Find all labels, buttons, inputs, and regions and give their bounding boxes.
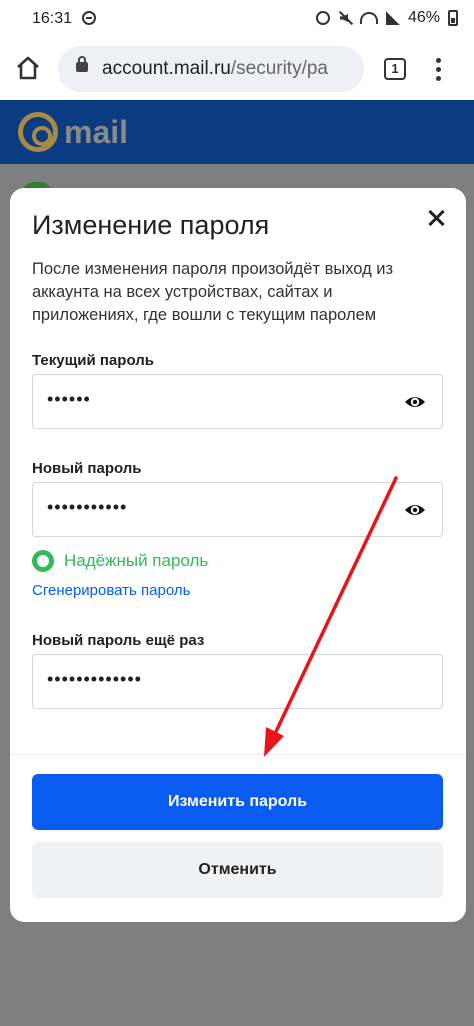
url-bar[interactable]: account.mail.ru/security/pa [58,46,364,92]
tab-switcher-button[interactable]: 1 [384,58,406,80]
generate-password-link[interactable]: Сгенерировать пароль [32,582,190,599]
strength-text: Надёжный пароль [64,551,209,570]
menu-dot-icon [436,67,441,72]
eye-icon [405,397,425,407]
mute-icon [338,11,352,25]
home-icon [17,56,39,80]
browser-menu-button[interactable] [436,58,442,82]
cancel-button[interactable]: Отменить [32,842,443,898]
battery-percent: 46% [407,9,440,26]
close-button[interactable] [424,206,448,230]
url-domain: account.mail.ru [102,58,231,79]
url-text[interactable]: account.mail.ru/security/pa [102,58,328,80]
lock-icon [76,56,88,72]
menu-dot-icon [436,76,441,81]
current-password-label: Текущий пароль [32,352,154,369]
current-password-field[interactable]: •••••• [32,374,443,429]
show-password-toggle[interactable] [404,500,426,520]
menu-dot-icon [436,58,441,63]
show-password-toggle[interactable] [404,392,426,412]
current-password-value: •••••• [47,389,91,409]
dialog-divider [10,754,466,755]
repeat-password-label: Новый пароль ещё раз [32,632,205,649]
url-path: /security/pa [230,58,328,79]
home-button[interactable] [14,54,42,82]
wifi-icon [359,12,378,24]
status-time: 16:31 [32,10,73,27]
strength-ring-icon [32,550,54,572]
repeat-password-field[interactable]: ••••••••••••• [32,654,443,709]
logo-text: mail [64,113,129,150]
dnd-icon [82,11,96,25]
dialog-description: После изменения пароля произойдёт выход … [32,260,394,324]
new-password-label: Новый пароль [32,460,142,477]
dialog-title: Изменение пароля [32,210,270,240]
change-password-dialog: Изменение пароля После изменения пароля … [10,188,466,922]
status-icons: 46% [315,9,458,27]
alarm-icon [315,11,330,25]
password-strength-indicator: Надёжный пароль [32,550,208,572]
signal-icon [385,11,400,25]
repeat-password-value: ••••••••••••• [47,669,142,689]
change-password-button[interactable]: Изменить пароль [32,774,443,830]
new-password-field[interactable]: ••••••••••• [32,482,443,537]
mail-logo: mail [18,112,128,152]
battery-icon [448,10,458,26]
status-bar: 16:31 46% [0,0,474,38]
at-logo-icon [18,112,58,152]
eye-icon [405,505,425,515]
browser-toolbar: account.mail.ru/security/pa 1 [0,38,474,100]
new-password-value: ••••••••••• [47,497,128,517]
